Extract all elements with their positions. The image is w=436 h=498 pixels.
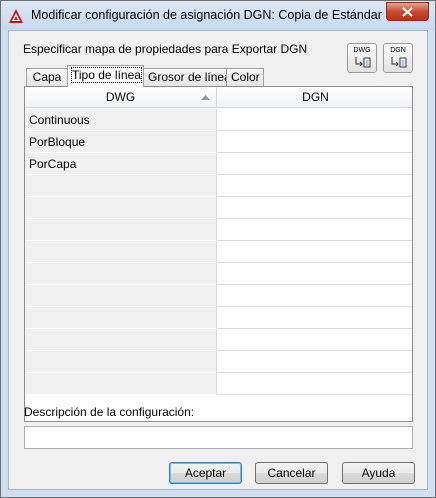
description-field[interactable] — [24, 426, 413, 449]
column-header-label: DGN — [302, 90, 329, 104]
map-dgn-to-dwg-icon — [391, 57, 407, 68]
dgn-cell[interactable] — [217, 373, 412, 395]
table-row[interactable] — [25, 263, 412, 285]
grid-header: DWG DGN — [25, 87, 412, 108]
title-bar[interactable]: Modificar configuración de asignación DG… — [1, 1, 435, 30]
dgn-cell[interactable] — [217, 109, 412, 131]
map-dgn-label: DGN — [390, 47, 406, 54]
tab-capa[interactable]: Capa — [26, 68, 68, 86]
dwg-cell[interactable] — [25, 175, 217, 197]
tab-label: Color — [231, 70, 260, 84]
close-icon — [402, 7, 413, 17]
tab-label: Capa — [32, 70, 62, 84]
dgn-cell[interactable] — [217, 175, 412, 197]
subtitle: Especificar mapa de propiedades para Exp… — [23, 42, 308, 56]
tab-label: Grosor de línea — [148, 70, 231, 84]
cancel-button[interactable]: Cancelar — [255, 462, 328, 484]
dwg-cell[interactable] — [25, 197, 217, 219]
tab-color[interactable]: Color — [226, 68, 264, 86]
dwg-cell[interactable] — [25, 373, 217, 395]
table-row[interactable] — [25, 241, 412, 263]
dwg-cell[interactable]: PorCapa — [25, 153, 217, 175]
dgn-cell[interactable] — [217, 351, 412, 373]
dwg-cell[interactable]: PorBloque — [25, 131, 217, 153]
dwg-cell[interactable]: Continuous — [25, 109, 217, 131]
table-row[interactable] — [25, 307, 412, 329]
dgn-cell[interactable] — [217, 285, 412, 307]
column-header-label: DWG — [105, 90, 136, 104]
sort-ascending-icon — [201, 95, 210, 100]
map-dgn-button[interactable]: DGN — [383, 43, 413, 73]
dwg-cell[interactable] — [25, 285, 217, 307]
window-title: Modificar configuración de asignación DG… — [31, 8, 382, 22]
dgn-cell[interactable] — [217, 307, 412, 329]
tab-label: Tipo de línea — [71, 67, 142, 83]
column-header-dwg[interactable]: DWG — [25, 87, 217, 108]
dgn-cell[interactable] — [217, 131, 412, 153]
table-row[interactable] — [25, 351, 412, 373]
dialog-window: Modificar configuración de asignación DG… — [0, 0, 436, 498]
dwg-cell[interactable] — [25, 307, 217, 329]
dwg-cell[interactable] — [25, 329, 217, 351]
autocad-icon — [8, 8, 24, 24]
dwg-cell[interactable] — [25, 263, 217, 285]
table-row[interactable] — [25, 219, 412, 241]
dgn-cell[interactable] — [217, 241, 412, 263]
map-dwg-button[interactable]: DWG — [347, 43, 377, 73]
table-row[interactable] — [25, 197, 412, 219]
close-button[interactable] — [386, 2, 429, 21]
dgn-cell[interactable] — [217, 329, 412, 351]
table-row[interactable] — [25, 329, 412, 351]
tab-grosor-de-linea[interactable]: Grosor de línea — [143, 68, 231, 86]
dgn-cell[interactable] — [217, 219, 412, 241]
dwg-cell[interactable] — [25, 241, 217, 263]
table-row[interactable] — [25, 285, 412, 307]
linetype-mapping-grid[interactable]: DWG DGN Continuous PorBloque PorCapa — [24, 86, 413, 422]
dwg-cell[interactable] — [25, 219, 217, 241]
table-row[interactable] — [25, 175, 412, 197]
dgn-cell[interactable] — [217, 153, 412, 175]
map-dwg-to-dgn-icon — [355, 57, 371, 68]
map-dwg-label: DWG — [353, 47, 371, 54]
tab-tipo-de-linea[interactable]: Tipo de línea — [67, 65, 144, 87]
dialog-content: Especificar mapa de propiedades para Exp… — [8, 30, 428, 490]
column-header-dgn[interactable]: DGN — [217, 87, 412, 108]
accept-button[interactable]: Aceptar — [169, 462, 242, 484]
table-row[interactable]: Continuous — [25, 109, 412, 131]
table-row[interactable]: PorBloque — [25, 131, 412, 153]
table-row[interactable]: PorCapa — [25, 153, 412, 175]
description-label: Descripción de la configuración: — [24, 405, 195, 419]
dgn-cell[interactable] — [217, 263, 412, 285]
table-row[interactable] — [25, 373, 412, 395]
dwg-cell[interactable] — [25, 351, 217, 373]
help-button[interactable]: Ayuda — [342, 462, 415, 484]
dgn-cell[interactable] — [217, 197, 412, 219]
